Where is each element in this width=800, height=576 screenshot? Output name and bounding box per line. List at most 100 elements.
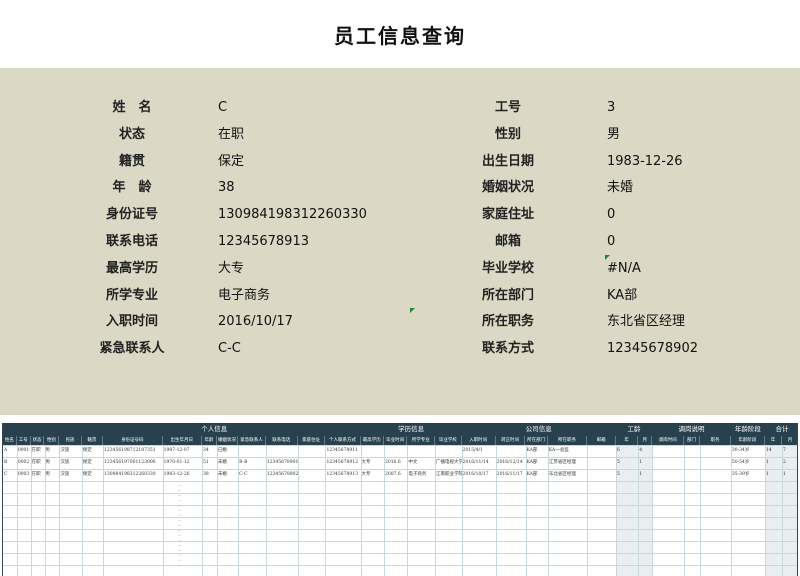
table-cell[interactable]: 保定 <box>83 457 103 469</box>
table-cell[interactable]: 38 <box>203 469 217 481</box>
column-header[interactable]: 年龄阶段 <box>731 436 765 445</box>
table-cell[interactable] <box>239 445 266 457</box>
table-cell[interactable]: 5 <box>617 457 638 469</box>
table-cell[interactable]: 1987-12-07 <box>164 445 202 457</box>
column-header[interactable]: 身份证号码 <box>103 436 163 445</box>
table-cell[interactable] <box>497 445 526 457</box>
table-cell[interactable]: 2016/10/17 <box>463 469 496 481</box>
table-cell[interactable]: 2016/11/14 <box>463 457 496 469</box>
table-cell[interactable] <box>701 445 731 457</box>
field-value[interactable]: 3 <box>607 94 615 121</box>
column-header[interactable]: 所在职务 <box>548 436 588 445</box>
table-cell[interactable]: 123456197001123006 <box>104 457 163 469</box>
table-cell[interactable]: KA部 <box>527 469 548 481</box>
table-cell[interactable] <box>267 445 298 457</box>
column-header[interactable]: 月 <box>782 436 797 445</box>
table-cell[interactable]: 未婚 <box>218 457 238 469</box>
table-cell[interactable]: 在职 <box>32 469 45 481</box>
table-cell[interactable] <box>362 445 384 457</box>
table-cell[interactable]: 电子商务 <box>408 469 435 481</box>
table-cell[interactable]: 中文 <box>408 457 435 469</box>
table-cell[interactable]: 汉族 <box>60 445 81 457</box>
table-cell[interactable]: 50-54岁 <box>732 457 765 469</box>
table-cell[interactable]: 江南职业学院 <box>436 469 462 481</box>
table-cell[interactable]: 2016.6 <box>385 457 407 469</box>
table-cell[interactable]: 1 <box>766 457 782 469</box>
table-cell[interactable]: 已婚 <box>218 445 238 457</box>
table-cell[interactable]: 2016/12/14 <box>497 457 526 469</box>
table-cell[interactable] <box>385 445 407 457</box>
table-cell[interactable]: 2 <box>783 457 797 469</box>
column-header[interactable]: 年 <box>765 436 782 445</box>
column-header[interactable]: 性别 <box>45 436 60 445</box>
column-header[interactable]: 职务 <box>700 436 731 445</box>
field-value[interactable]: #N/A <box>607 255 641 282</box>
column-header[interactable]: 出生年月日 <box>163 436 202 445</box>
table-cell[interactable]: KA一总监 <box>549 445 587 457</box>
column-header[interactable]: 个人联系方式 <box>325 436 361 445</box>
table-cell[interactable]: KA部 <box>527 445 548 457</box>
table-cell[interactable]: 保定 <box>83 469 103 481</box>
table-cell[interactable] <box>588 457 616 469</box>
table-cell[interactable]: 东北省区经理 <box>549 469 587 481</box>
table-cell[interactable]: 在职 <box>32 445 45 457</box>
table-cell[interactable]: 2016/11/17 <box>497 469 526 481</box>
table-cell[interactable] <box>685 445 700 457</box>
table-cell[interactable] <box>299 457 326 469</box>
table-cell[interactable]: KA部 <box>527 457 548 469</box>
column-header[interactable]: 毕业学校 <box>435 436 462 445</box>
table-cell[interactable] <box>299 469 326 481</box>
table-cell[interactable]: 6 <box>617 445 638 457</box>
field-value[interactable]: 1983-12-26 <box>607 148 683 175</box>
field-value[interactable]: 12345678902 <box>607 335 698 362</box>
column-header[interactable]: 姓名 <box>3 436 17 445</box>
column-header[interactable]: 所在部门 <box>526 436 548 445</box>
field-value[interactable]: 0 <box>607 201 615 228</box>
column-header[interactable]: 紧急联系人 <box>238 436 266 445</box>
column-header[interactable]: 邮箱 <box>587 436 616 445</box>
table-cell[interactable] <box>701 469 731 481</box>
column-header[interactable]: 月 <box>638 436 653 445</box>
table-cell[interactable]: 江苏省区经理 <box>549 457 587 469</box>
field-value[interactable]: 130984198312260330 <box>218 201 367 228</box>
table-cell[interactable]: 汉族 <box>60 469 81 481</box>
column-header[interactable]: 转正时间 <box>496 436 526 445</box>
table-cell[interactable]: 51 <box>203 457 217 469</box>
field-value[interactable]: 38 <box>218 174 235 201</box>
table-cell[interactable]: 1983-12-26 <box>164 469 202 481</box>
table-cell[interactable]: B-B <box>239 457 266 469</box>
field-value[interactable]: 大专 <box>218 255 244 282</box>
table-cell[interactable] <box>653 469 684 481</box>
field-value[interactable]: 东北省区经理 <box>607 308 685 335</box>
table-cell[interactable]: 男 <box>46 445 60 457</box>
table-cell[interactable]: C <box>4 469 17 481</box>
table-cell[interactable]: 未婚 <box>218 469 238 481</box>
table-cell[interactable]: 30-34岁 <box>732 445 765 457</box>
field-value[interactable]: 2016/10/17 <box>218 308 293 335</box>
table-cell[interactable] <box>588 469 616 481</box>
table-cell[interactable]: 保定 <box>83 445 103 457</box>
table-cell[interactable] <box>701 457 731 469</box>
table-cell[interactable]: 1 <box>783 469 797 481</box>
table-cell[interactable]: 130984198312260330 <box>104 469 163 481</box>
table-cell[interactable]: 广播电视大学 <box>436 457 462 469</box>
column-header[interactable]: 工号 <box>17 436 31 445</box>
field-value[interactable]: 未婚 <box>607 174 633 201</box>
column-header[interactable]: 家庭住址 <box>298 436 326 445</box>
table-cell[interactable]: 2015/4/1 <box>463 445 496 457</box>
table-cell[interactable]: 汉族 <box>60 457 81 469</box>
table-cell[interactable]: 12345678911 <box>326 445 360 457</box>
field-value[interactable]: C-C <box>218 335 241 362</box>
table-cell[interactable]: 大专 <box>362 457 384 469</box>
column-header[interactable]: 民族 <box>59 436 82 445</box>
table-cell[interactable]: 12345678913 <box>326 469 360 481</box>
table-cell[interactable]: 12345678901 <box>267 457 298 469</box>
column-header[interactable]: 毕业时间 <box>384 436 408 445</box>
table-cell[interactable]: 123456198712187351 <box>104 445 163 457</box>
table-cell[interactable]: 0003 <box>18 469 31 481</box>
column-header[interactable]: 部门 <box>684 436 701 445</box>
table-cell[interactable]: A <box>4 445 17 457</box>
table-cell[interactable] <box>653 457 684 469</box>
table-cell[interactable]: 14 <box>766 445 782 457</box>
field-value[interactable]: KA部 <box>607 282 637 309</box>
